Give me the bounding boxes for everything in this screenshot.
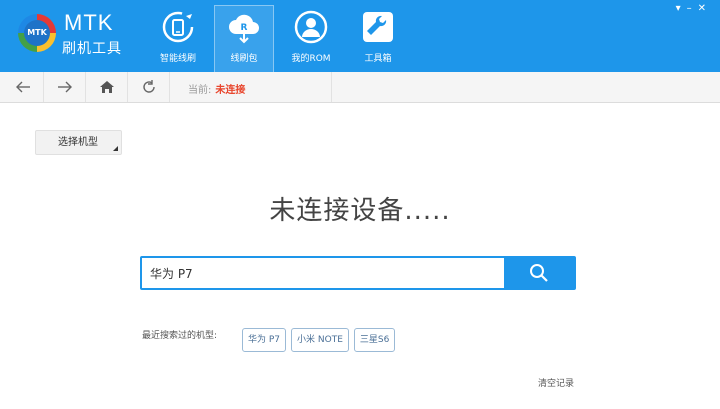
smart-flash-icon bbox=[162, 11, 194, 43]
close-icon[interactable]: ✕ bbox=[698, 3, 712, 14]
wrench-icon bbox=[363, 12, 393, 42]
menu-dropdown-icon[interactable]: ▾ bbox=[676, 3, 687, 14]
header-bar: MTK MTK 刷机工具 智能线刷 R 线刷包 我的ROM 工具箱 ▾–✕ bbox=[0, 0, 720, 72]
logo-text: MTK bbox=[24, 20, 50, 46]
nav-flash-package[interactable]: R 线刷包 bbox=[214, 5, 274, 72]
search-icon bbox=[530, 264, 548, 282]
minimize-icon[interactable]: – bbox=[687, 3, 698, 14]
recent-chip-samsung-s6[interactable]: 三星S6 bbox=[353, 328, 396, 352]
back-button[interactable] bbox=[2, 72, 44, 102]
app-window: MTK MTK 刷机工具 智能线刷 R 线刷包 我的ROM 工具箱 ▾–✕ 当前… bbox=[0, 0, 720, 409]
nav-my-rom[interactable]: 我的ROM bbox=[281, 6, 341, 68]
nav-label: 线刷包 bbox=[230, 54, 258, 64]
nav-label: 我的ROM bbox=[291, 54, 331, 64]
home-button[interactable] bbox=[86, 72, 128, 102]
corner-triangle-icon bbox=[113, 146, 118, 151]
nav-toolbox[interactable]: 工具箱 bbox=[348, 6, 408, 68]
user-rom-icon bbox=[294, 10, 328, 44]
nav-label: 工具箱 bbox=[364, 54, 392, 64]
select-model-button[interactable]: 选择机型 bbox=[35, 130, 122, 155]
brand-name: MTK bbox=[64, 10, 114, 35]
brand-subtitle: 刷机工具 bbox=[62, 41, 122, 57]
page-title: 未连接设备..... bbox=[269, 196, 451, 226]
recent-searches: 华为 P7 小米 NOTE 三星S6 bbox=[242, 328, 396, 352]
nav-smart-flash[interactable]: 智能线刷 bbox=[148, 6, 208, 68]
nav-label: 智能线刷 bbox=[159, 54, 196, 64]
arrow-right-icon bbox=[57, 81, 72, 93]
toolbar: 当前: 未连接 bbox=[0, 72, 720, 103]
window-controls: ▾–✕ bbox=[676, 3, 712, 14]
cloud-download-icon: R bbox=[229, 14, 259, 44]
clear-history-link[interactable]: 清空记录 bbox=[538, 376, 574, 389]
svg-text:R: R bbox=[241, 23, 248, 33]
select-model-label: 选择机型 bbox=[58, 137, 98, 148]
recent-chip-huawei-p7[interactable]: 华为 P7 bbox=[242, 328, 287, 352]
search-input[interactable] bbox=[142, 258, 507, 288]
connection-status: 当前: 未连接 bbox=[188, 81, 245, 96]
recent-searches-label: 最近搜索过的机型: bbox=[142, 331, 218, 341]
refresh-icon bbox=[142, 80, 155, 93]
status-text: 未连接 bbox=[215, 85, 246, 96]
forward-button[interactable] bbox=[44, 72, 86, 102]
current-label: 当前: bbox=[188, 85, 212, 96]
search-button[interactable] bbox=[504, 258, 574, 288]
home-icon bbox=[99, 81, 114, 93]
app-logo: MTK bbox=[18, 14, 56, 52]
arrow-left-icon bbox=[15, 81, 30, 93]
search-box bbox=[140, 256, 576, 290]
recent-chip-xiaomi-note[interactable]: 小米 NOTE bbox=[291, 328, 349, 352]
refresh-button[interactable] bbox=[128, 72, 170, 102]
